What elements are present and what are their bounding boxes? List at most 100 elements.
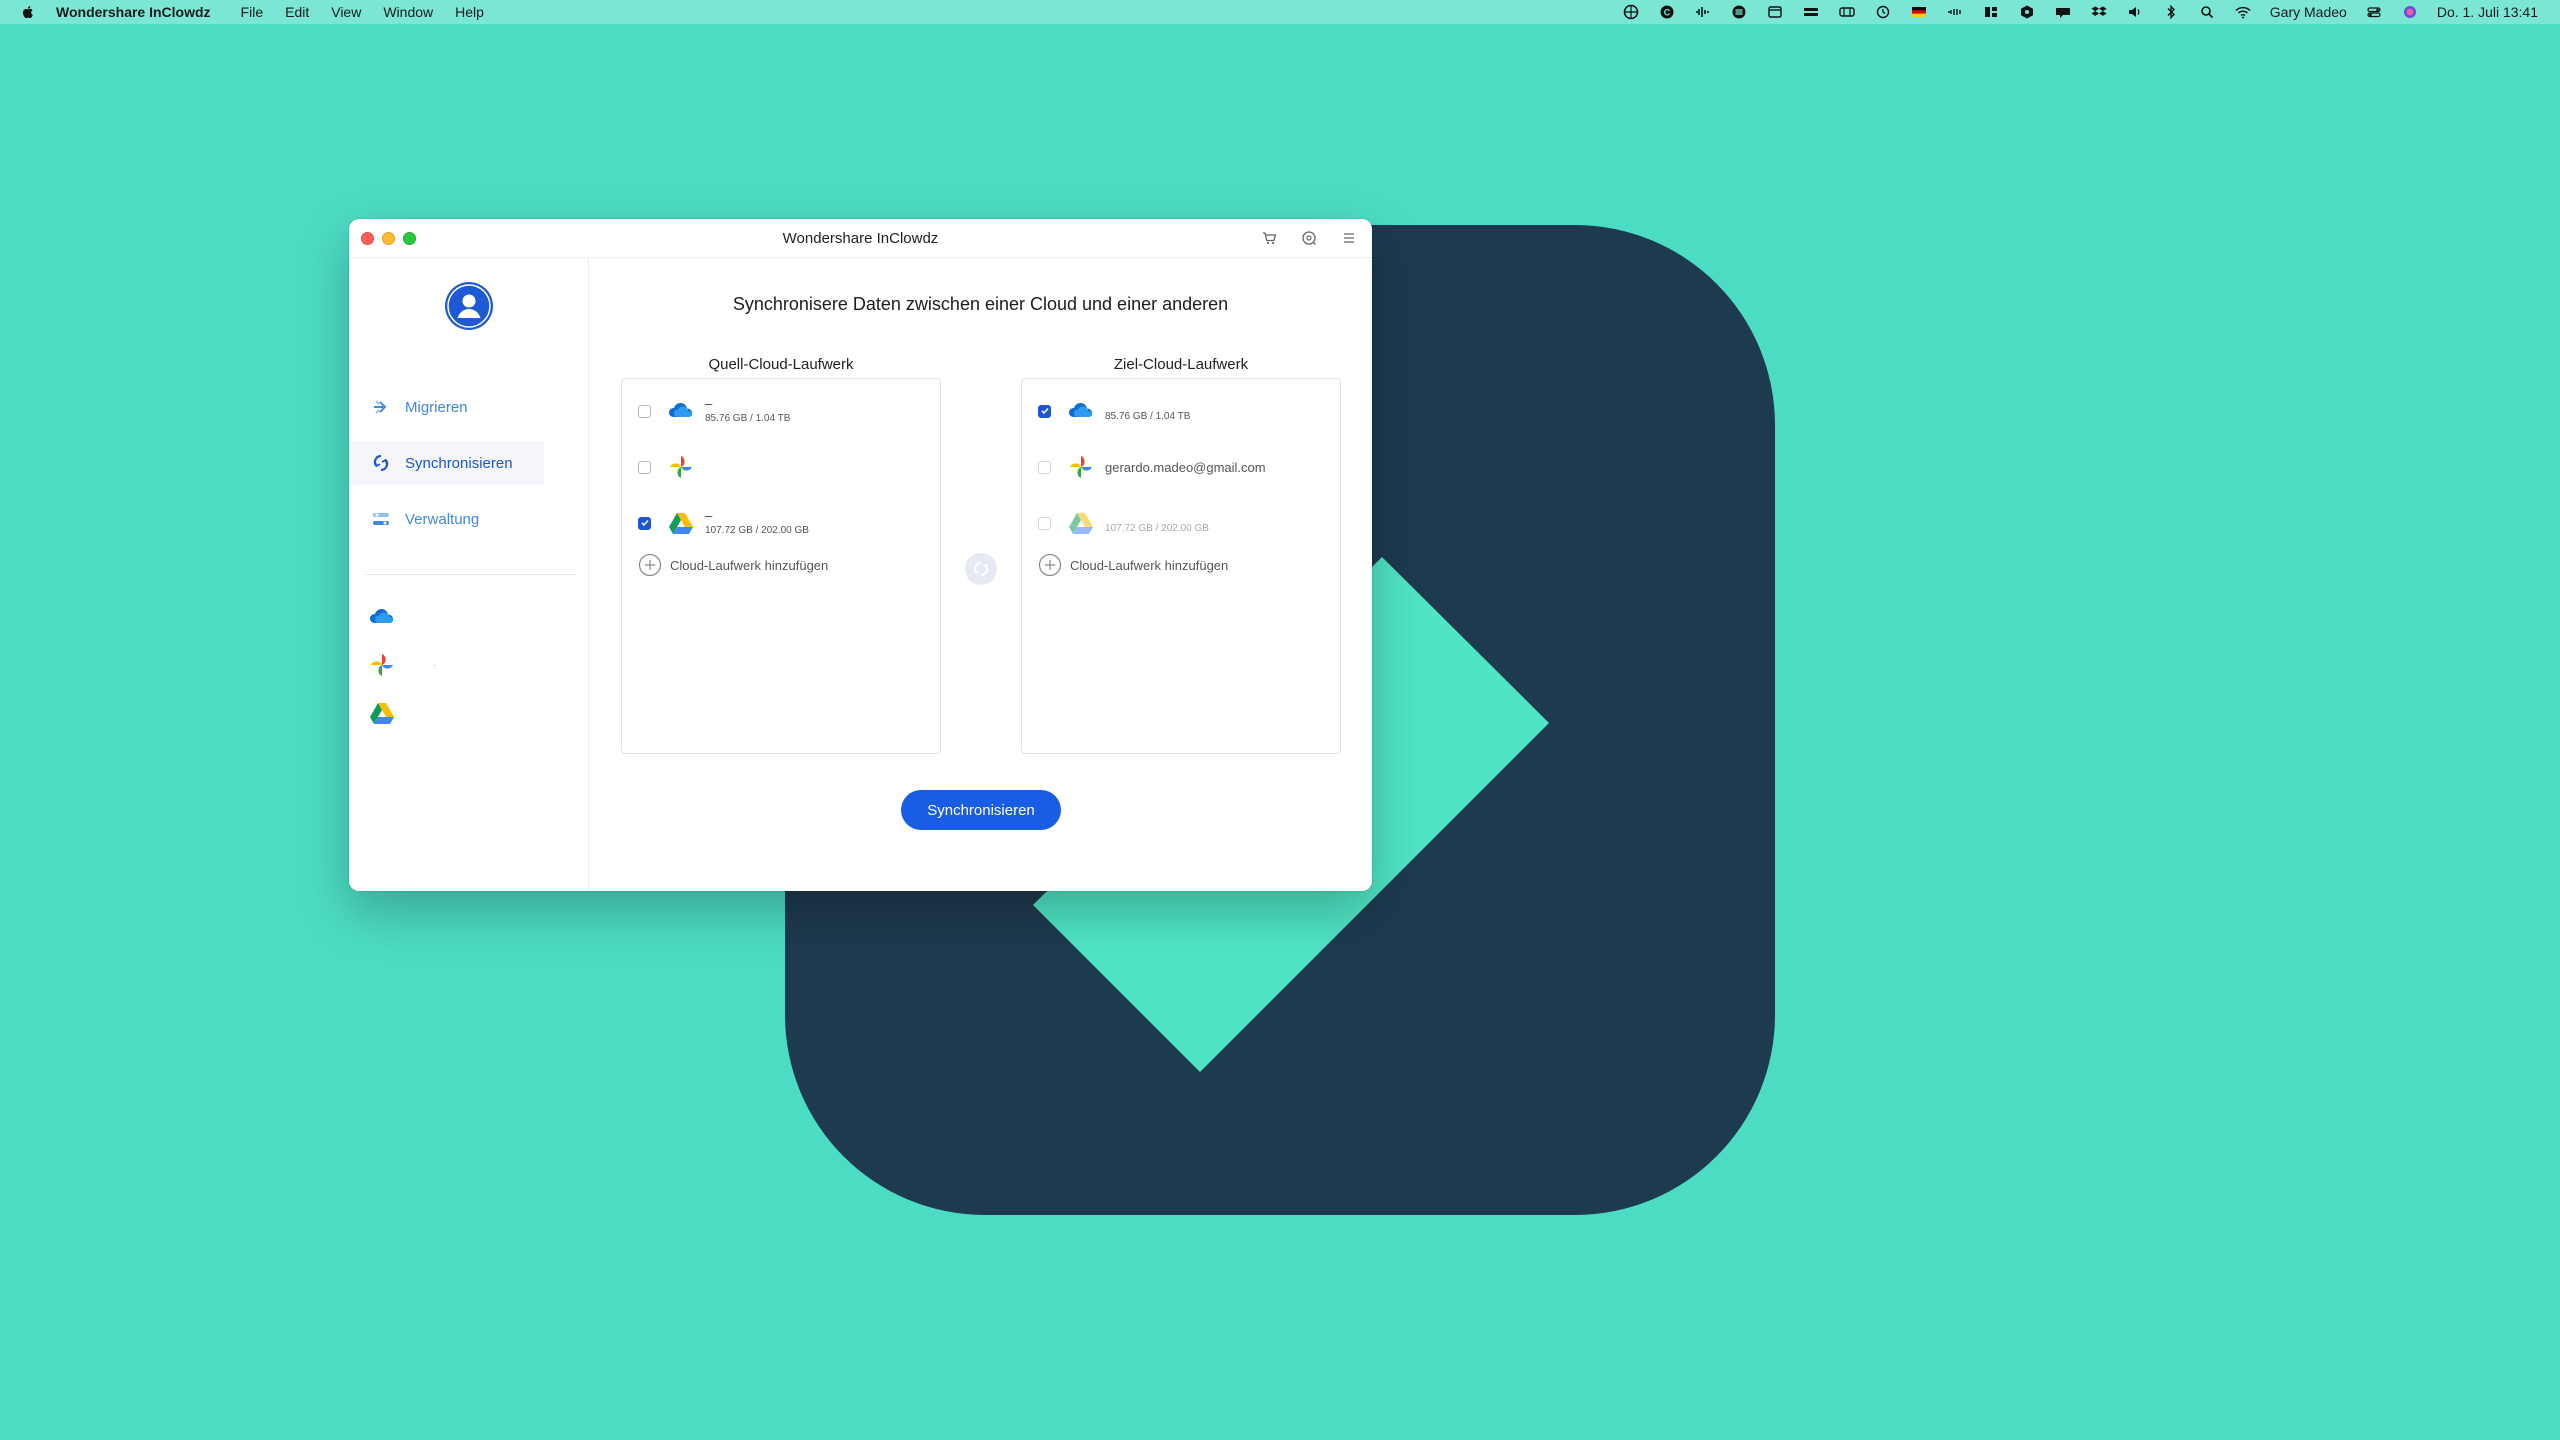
menubar-datetime[interactable]: Do. 1. Juli 13:41	[2437, 4, 2538, 20]
nav-verwaltung[interactable]: Verwaltung	[349, 497, 589, 541]
target-google-photos-email: gerardo.madeo@gmail.com	[1105, 459, 1266, 475]
menu-bar: Wondershare InClowdz File Edit View Wind…	[0, 0, 2560, 24]
dropbox-icon[interactable]	[2090, 4, 2108, 20]
dots-status-icon[interactable]	[1946, 4, 1964, 20]
sync-icon	[371, 453, 391, 473]
source-google-drive-usage: 107.72 GB / 202.00 GB	[705, 525, 809, 536]
menu-view[interactable]: View	[331, 4, 361, 20]
manage-icon	[371, 509, 391, 529]
window-status-icon[interactable]	[1766, 4, 1784, 20]
siri-icon[interactable]	[2401, 4, 2419, 20]
layout-status-icon[interactable]	[1982, 4, 2000, 20]
control-center-icon[interactable]	[2365, 4, 2383, 20]
window-title: Wondershare InClowdz	[782, 229, 939, 247]
source-onedrive-checkbox[interactable]	[638, 404, 651, 418]
target-drive-google-photos[interactable]: gerardo.madeo@gmail.com	[1038, 447, 1266, 487]
user-avatar-icon[interactable]	[445, 282, 493, 330]
target-onedrive-name	[1105, 398, 1190, 410]
google-photos-icon	[665, 451, 697, 483]
cart-icon[interactable]	[1260, 229, 1278, 247]
target-google-photos-checkbox[interactable]	[1038, 460, 1051, 474]
nav-synchronisieren[interactable]: Synchronisieren	[349, 441, 544, 485]
feedback-icon[interactable]	[1300, 229, 1318, 247]
page-heading: Synchronisere Daten zwischen einer Cloud…	[732, 294, 1229, 314]
menu-hamburger-icon[interactable]	[1340, 229, 1358, 247]
globe-status-icon[interactable]	[1622, 4, 1640, 20]
target-google-drive-checkbox[interactable]	[1038, 516, 1051, 530]
source-column-title: Quell-Cloud-Laufwerk	[708, 356, 854, 373]
nav-migrieren-label: Migrieren	[405, 398, 468, 416]
source-google-drive-name: –	[705, 508, 713, 523]
drive2-status-icon[interactable]	[1838, 4, 1856, 20]
account-google-photos[interactable]: ·	[367, 641, 582, 689]
audio-status-icon[interactable]	[1694, 4, 1712, 20]
main-content: Synchronisere Daten zwischen einer Cloud…	[589, 258, 1372, 891]
google-photos-icon	[1065, 451, 1097, 483]
add-circle-icon	[1038, 553, 1062, 577]
google-drive-icon	[1065, 507, 1097, 539]
target-drive-google-drive[interactable]: 107.72 GB / 202.00 GB	[1038, 503, 1209, 543]
menu-edit[interactable]: Edit	[285, 4, 309, 20]
source-google-photos-checkbox[interactable]	[638, 460, 651, 474]
google-drive-icon	[370, 703, 394, 724]
synchronize-button[interactable]: Synchronisieren	[901, 790, 1061, 830]
source-add-drive[interactable]: Cloud-Laufwerk hinzufügen	[638, 553, 828, 577]
svg-text:C: C	[1664, 8, 1671, 18]
sidebar-divider	[365, 574, 575, 575]
timemachine-icon[interactable]	[1874, 4, 1892, 20]
bluetooth-icon[interactable]	[2162, 4, 2180, 20]
flag-de-icon[interactable]	[1910, 4, 1928, 20]
target-onedrive-checkbox[interactable]	[1038, 404, 1051, 418]
menu-help[interactable]: Help	[455, 4, 484, 20]
drive-status-icon[interactable]	[1802, 4, 1820, 20]
add-circle-icon	[638, 553, 662, 577]
target-drive-onedrive[interactable]: 85.76 GB / 1.04 TB	[1038, 391, 1190, 431]
migrate-icon	[371, 397, 391, 417]
google-drive-icon	[665, 507, 697, 539]
window-titlebar: Wondershare InClowdz	[349, 219, 1372, 258]
menubar-user[interactable]: Gary Madeo	[2270, 4, 2347, 20]
nav-synchronisieren-label: Synchronisieren	[405, 454, 513, 472]
onedrive-icon	[1065, 395, 1097, 427]
source-drive-google-photos[interactable]	[638, 447, 705, 487]
swap-direction-button[interactable]	[965, 553, 997, 585]
source-drive-panel: – 85.76 GB / 1.04 TB – 107.72 GB / 202.0…	[621, 378, 941, 754]
source-onedrive-usage: 85.76 GB / 1.04 TB	[705, 413, 791, 424]
wifi-icon[interactable]	[2234, 4, 2252, 20]
source-drive-onedrive[interactable]: – 85.76 GB / 1.04 TB	[638, 391, 790, 431]
e-status-icon[interactable]	[1730, 4, 1748, 20]
account-onedrive[interactable]	[367, 593, 582, 641]
sidebar-nav: Migrieren Synchronisieren Verwaltung	[349, 385, 589, 553]
hex-status-icon[interactable]	[2018, 4, 2036, 20]
source-add-drive-label: Cloud-Laufwerk hinzufügen	[670, 557, 829, 573]
search-icon[interactable]	[2198, 4, 2216, 20]
google-photos-icon	[371, 654, 393, 676]
target-add-drive[interactable]: Cloud-Laufwerk hinzufügen	[1038, 553, 1228, 577]
apple-icon[interactable]	[20, 4, 36, 20]
target-add-drive-label: Cloud-Laufwerk hinzufügen	[1070, 557, 1229, 573]
menu-app-name[interactable]: Wondershare InClowdz	[56, 4, 211, 20]
nav-verwaltung-label: Verwaltung	[405, 510, 480, 528]
target-onedrive-usage: 85.76 GB / 1.04 TB	[1105, 411, 1191, 422]
swap-icon	[973, 562, 989, 576]
sidebar: Migrieren Synchronisieren Verwaltung ·	[349, 258, 589, 891]
account-google-photos-dot: ·	[433, 659, 437, 671]
onedrive-icon	[665, 395, 697, 427]
account-google-drive[interactable]	[367, 689, 582, 737]
onedrive-icon	[370, 609, 393, 623]
source-google-drive-checkbox[interactable]	[638, 516, 651, 530]
nav-migrieren[interactable]: Migrieren	[349, 385, 589, 429]
source-drive-google-drive[interactable]: – 107.72 GB / 202.00 GB	[638, 503, 809, 543]
target-column-title: Ziel-Cloud-Laufwerk	[1113, 356, 1249, 373]
target-google-drive-usage: 107.72 GB / 202.00 GB	[1105, 523, 1209, 534]
c-status-icon[interactable]: C	[1658, 4, 1676, 20]
account-list: ·	[367, 593, 582, 737]
chat-status-icon[interactable]	[2054, 4, 2072, 20]
menu-window[interactable]: Window	[383, 4, 433, 20]
volume-icon[interactable]	[2126, 4, 2144, 20]
menu-file[interactable]: File	[241, 4, 264, 20]
source-onedrive-name: –	[705, 396, 713, 411]
target-google-drive-name	[1105, 510, 1209, 522]
app-window: Wondershare InClowdz Migrieren Synchroni…	[349, 219, 1372, 891]
target-drive-panel: 85.76 GB / 1.04 TB gerardo.madeo@gmail.c…	[1021, 378, 1341, 754]
